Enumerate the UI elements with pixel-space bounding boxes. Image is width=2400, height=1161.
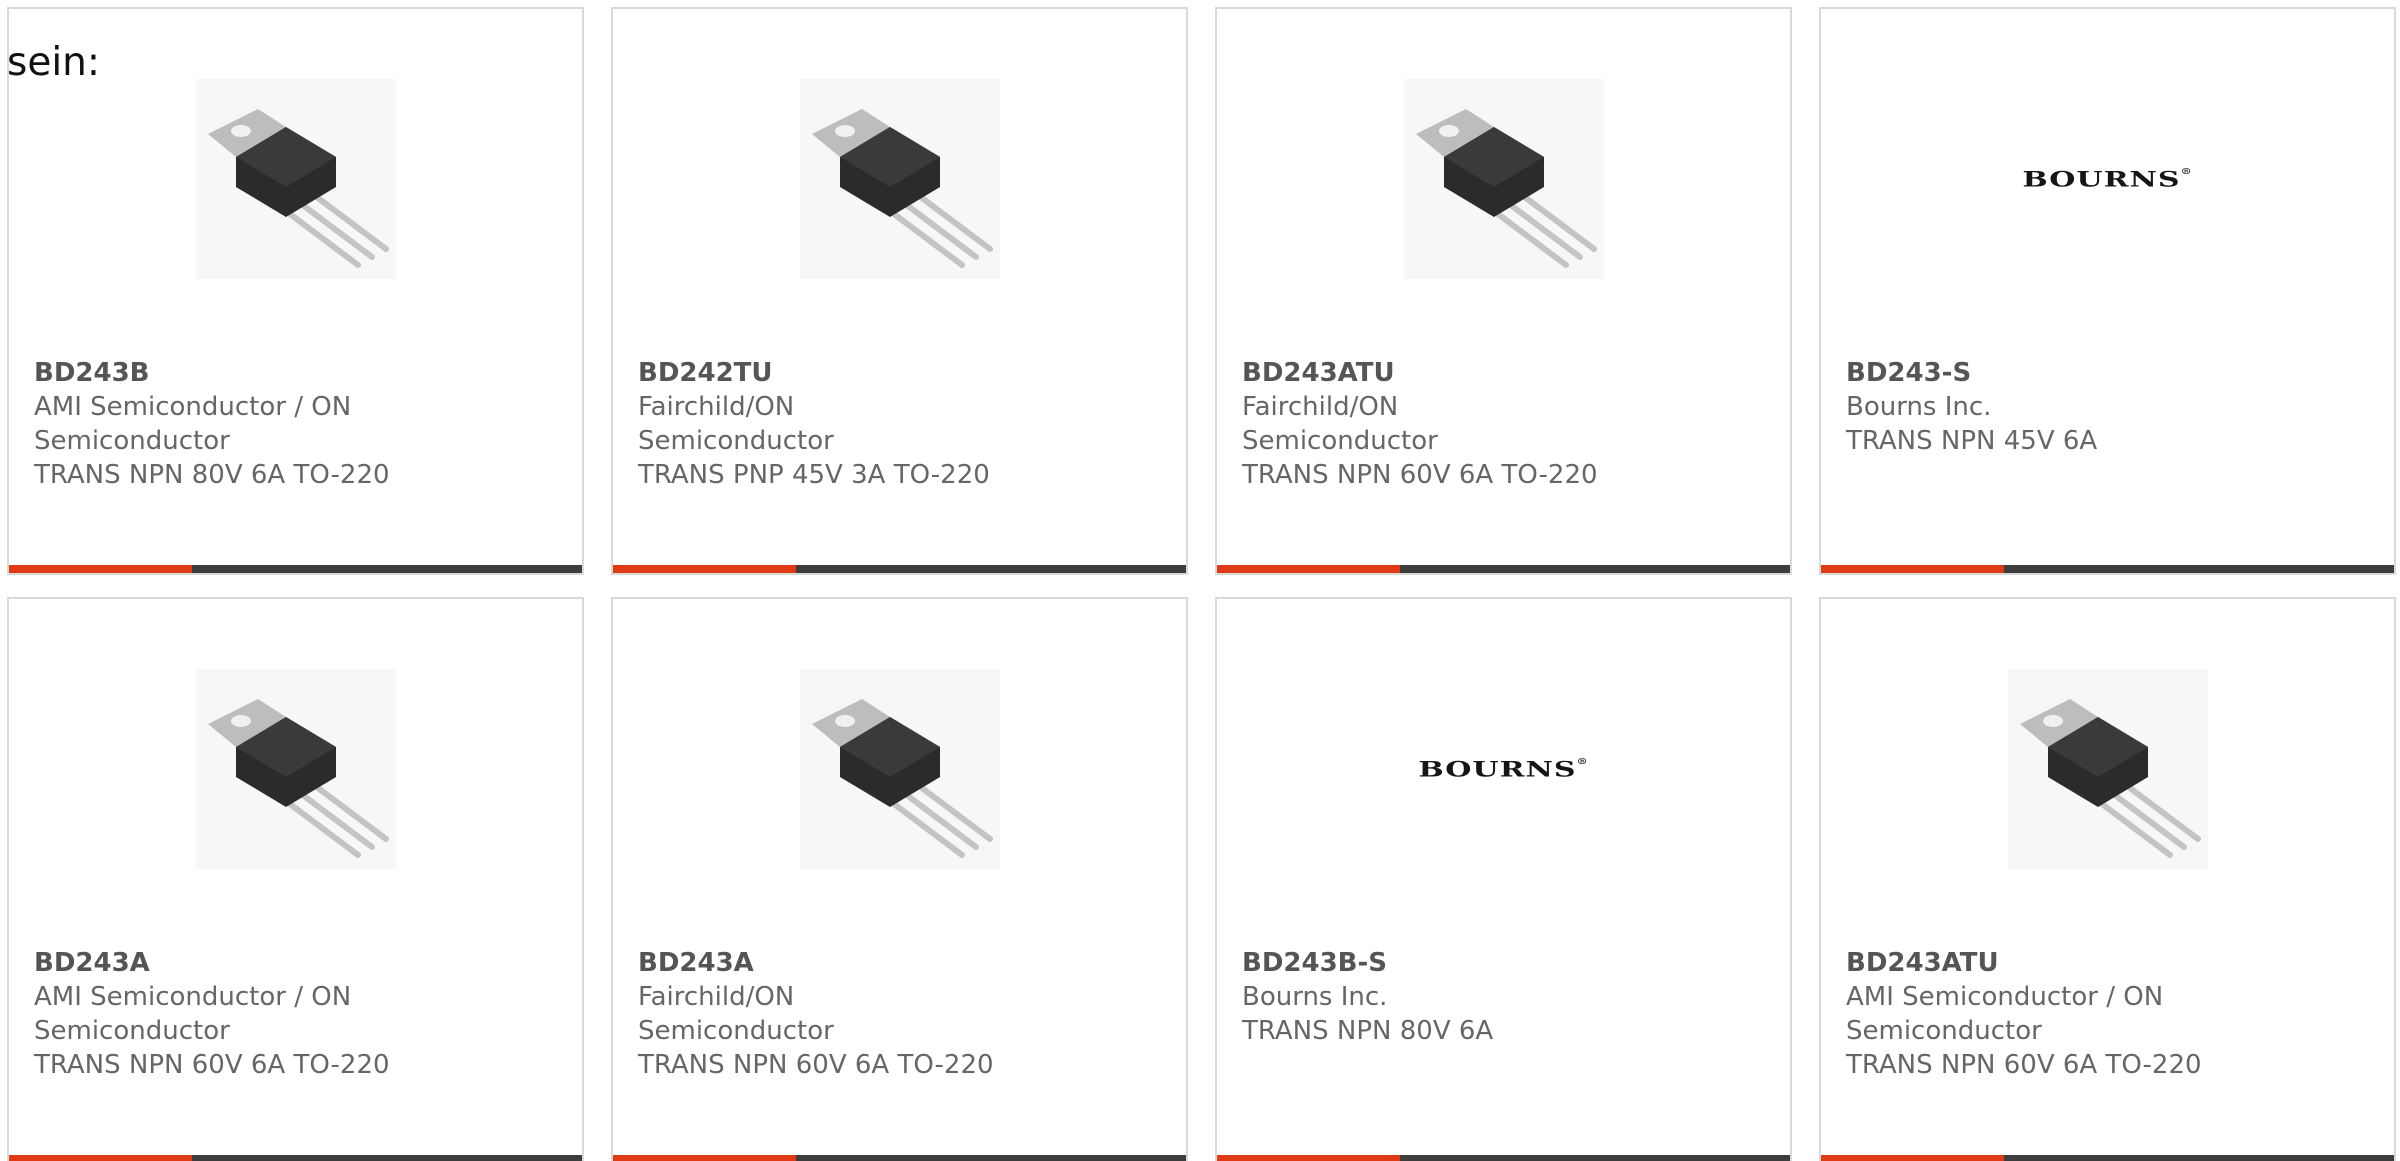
product-card[interactable]: BD243ATU AMI Semiconductor / ON Semicond…: [1819, 597, 2396, 1161]
description: TRANS NPN 60V 6A TO-220: [1242, 460, 1598, 490]
manufacturer: Fairchild/ON Semiconductor: [638, 982, 834, 1046]
manufacturer-continued: Semiconductor: [34, 1016, 230, 1046]
description: TRANS NPN 60V 6A TO-220: [34, 1050, 390, 1080]
product-grid: BD243B AMI Semiconductor / ON Semiconduc…: [0, 0, 2400, 1161]
card-accent-bar: [1217, 1155, 1400, 1161]
to220-transistor-icon: [799, 79, 1000, 279]
product-card[interactable]: BD243ATU Fairchild/ON Semiconductor TRAN…: [1215, 7, 1792, 575]
card-bottom-bar: [613, 565, 1186, 573]
manufacturer: Bourns Inc.: [1846, 392, 1992, 422]
product-image[interactable]: [1217, 64, 1790, 294]
product-image[interactable]: BOURNS®: [1821, 64, 2394, 294]
description: TRANS NPN 60V 6A TO-220: [1846, 1050, 2202, 1080]
to220-transistor-icon: [1403, 79, 1604, 279]
manufacturer-continued: Semiconductor: [1846, 1016, 2042, 1046]
to220-transistor-icon: [195, 669, 396, 869]
part-number[interactable]: BD243B-S: [1242, 946, 1602, 980]
card-bottom-bar: [1821, 565, 2394, 573]
product-image[interactable]: [613, 64, 1186, 294]
description: TRANS PNP 45V 3A TO-220: [638, 460, 990, 490]
to220-transistor-icon: [799, 669, 1000, 869]
product-info: BD243ATU Fairchild/ON Semiconductor TRAN…: [1242, 356, 1602, 492]
bourns-logo: BOURNS®: [1418, 756, 1589, 782]
part-number[interactable]: BD243ATU: [1242, 356, 1602, 390]
manufacturer: AMI Semiconductor / ON: [34, 392, 352, 422]
product-image[interactable]: [1821, 654, 2394, 884]
manufacturer-continued: Semiconductor: [34, 426, 230, 456]
card-accent-bar: [1821, 1155, 2004, 1161]
product-card[interactable]: BOURNS® BD243B-S Bourns Inc. TRANS NPN 8…: [1215, 597, 1792, 1161]
description: TRANS NPN 80V 6A TO-220: [34, 460, 390, 490]
product-card[interactable]: BOURNS® BD243-S Bourns Inc. TRANS NPN 45…: [1819, 7, 2396, 575]
product-image[interactable]: [9, 64, 582, 294]
manufacturer: AMI Semiconductor / ON: [1846, 982, 2164, 1012]
to220-transistor-icon: [2007, 669, 2208, 869]
part-number[interactable]: BD243ATU: [1846, 946, 2206, 980]
card-accent-bar: [9, 565, 192, 573]
description: TRANS NPN 45V 6A: [1846, 426, 2098, 456]
intro-text: sein:: [7, 40, 101, 85]
description: TRANS NPN 80V 6A: [1242, 1016, 1494, 1046]
part-number[interactable]: BD243-S: [1846, 356, 2206, 390]
card-bottom-bar: [9, 1155, 582, 1161]
product-info: BD243ATU AMI Semiconductor / ON Semicond…: [1846, 946, 2206, 1082]
part-number[interactable]: BD243B: [34, 356, 394, 390]
product-image[interactable]: [9, 654, 582, 884]
card-accent-bar: [613, 1155, 796, 1161]
card-bottom-bar: [1217, 1155, 1790, 1161]
card-accent-bar: [1217, 565, 1400, 573]
card-bottom-bar: [613, 1155, 1186, 1161]
product-info: BD243-S Bourns Inc. TRANS NPN 45V 6A: [1846, 356, 2206, 458]
product-info: BD242TU Fairchild/ON Semiconductor TRANS…: [638, 356, 998, 492]
product-card[interactable]: BD243B AMI Semiconductor / ON Semiconduc…: [7, 7, 584, 575]
card-bottom-bar: [9, 565, 582, 573]
manufacturer: Fairchild/ON Semiconductor: [1242, 392, 1438, 456]
product-image[interactable]: BOURNS®: [1217, 654, 1790, 884]
product-card[interactable]: BD243A Fairchild/ON Semiconductor TRANS …: [611, 597, 1188, 1161]
manufacturer: Bourns Inc.: [1242, 982, 1388, 1012]
card-bottom-bar: [1217, 565, 1790, 573]
part-number[interactable]: BD243A: [638, 946, 998, 980]
product-info: BD243A AMI Semiconductor / ON Semiconduc…: [34, 946, 394, 1082]
product-info: BD243B AMI Semiconductor / ON Semiconduc…: [34, 356, 394, 492]
card-accent-bar: [9, 1155, 192, 1161]
product-info: BD243A Fairchild/ON Semiconductor TRANS …: [638, 946, 998, 1082]
manufacturer: AMI Semiconductor / ON: [34, 982, 352, 1012]
card-accent-bar: [613, 565, 796, 573]
product-card[interactable]: BD243A AMI Semiconductor / ON Semiconduc…: [7, 597, 584, 1161]
card-bottom-bar: [1821, 1155, 2394, 1161]
product-image[interactable]: [613, 654, 1186, 884]
bourns-logo: BOURNS®: [2022, 166, 2193, 192]
part-number[interactable]: BD242TU: [638, 356, 998, 390]
description: TRANS NPN 60V 6A TO-220: [638, 1050, 994, 1080]
product-card[interactable]: BD242TU Fairchild/ON Semiconductor TRANS…: [611, 7, 1188, 575]
part-number[interactable]: BD243A: [34, 946, 394, 980]
card-accent-bar: [1821, 565, 2004, 573]
manufacturer: Fairchild/ON Semiconductor: [638, 392, 834, 456]
to220-transistor-icon: [195, 79, 396, 279]
product-info: BD243B-S Bourns Inc. TRANS NPN 80V 6A: [1242, 946, 1602, 1048]
